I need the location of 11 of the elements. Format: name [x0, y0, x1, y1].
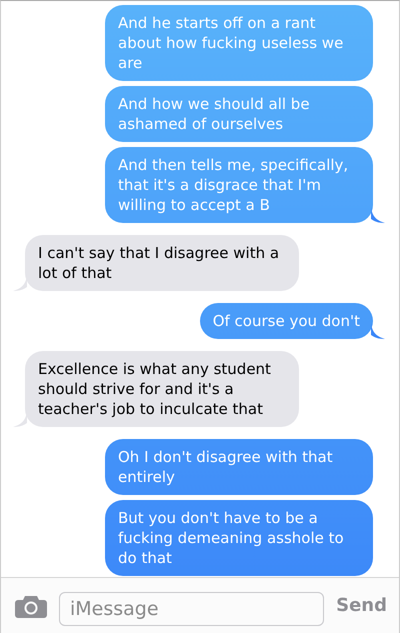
- message-bubble: Of course you don't: [200, 303, 373, 339]
- message-bubble: And then tells me, specifically, that it's a disgrace that I'm willing to accept a B: [105, 147, 373, 223]
- message-bubble: But you don't have to be a fucking demeaning asshole to do that: [105, 500, 373, 576]
- camera-icon[interactable]: [15, 594, 47, 618]
- message-field[interactable]: iMessage: [59, 592, 324, 626]
- message-bubble: Oh I don't disagree with that entirely: [105, 439, 373, 495]
- message-bubble: Excellence is what any student should strive for and it's a teacher's job to inculcate that: [25, 351, 299, 427]
- send-button[interactable]: Send: [332, 592, 387, 619]
- message-bubble: I can't say that I disagree with a lot of that: [25, 235, 299, 291]
- message-bubble: And how we should all be ashamed of ourselves: [105, 86, 373, 142]
- message-bubble: And he starts off on a rant about how fucking useless we are: [105, 5, 373, 81]
